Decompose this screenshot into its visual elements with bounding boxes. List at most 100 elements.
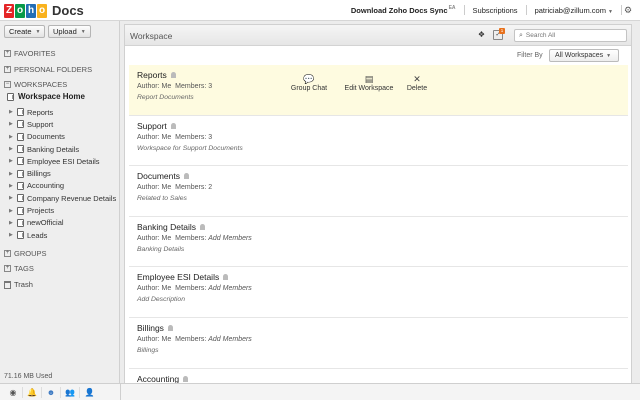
sidebar-item-workspace-home[interactable]: Workspace Home: [7, 92, 85, 101]
sidebar-item-support[interactable]: ▶ Support: [9, 118, 116, 130]
workspace-description: Report Documents: [137, 94, 194, 101]
sidebar-item-banking-details[interactable]: ▶ Banking Details: [9, 143, 116, 155]
sidebar-section-groups[interactable]: + GROUPS: [4, 249, 47, 258]
edit-icon: ▤: [364, 74, 374, 84]
expand-arrow-icon[interactable]: ▶: [9, 158, 14, 164]
expand-arrow-icon[interactable]: ▶: [9, 134, 14, 140]
workspace-row[interactable]: Billings Author: Me Members: Add Members…: [129, 318, 628, 369]
dropbox-icon[interactable]: ❖: [475, 29, 488, 41]
expand-arrow-icon[interactable]: ▶: [9, 109, 14, 115]
close-icon: ✕: [413, 74, 421, 84]
sidebar-item-employee-esi-details[interactable]: ▶ Employee ESI Details: [9, 155, 116, 167]
expand-arrow-icon[interactable]: ▶: [9, 171, 14, 177]
add-members-link[interactable]: Add Members: [208, 336, 252, 343]
filter-select[interactable]: All Workspaces ▼: [549, 49, 619, 62]
filter-row: Filter By All Workspaces ▼: [125, 46, 631, 64]
sidebar-section-favorites[interactable]: + FAVORITES: [4, 49, 56, 58]
chat-icon[interactable]: ☻: [42, 387, 61, 398]
page-title: Workspace: [130, 31, 173, 41]
workspace-name[interactable]: Employee ESI Details: [137, 272, 219, 282]
expand-arrow-icon[interactable]: ▶: [9, 195, 14, 201]
workspace-icon: [17, 169, 24, 178]
expand-arrow-icon[interactable]: ▶: [9, 183, 14, 189]
workspace-name[interactable]: Support: [137, 121, 167, 131]
sidebar-item-trash[interactable]: Trash: [4, 280, 33, 289]
workspace-row[interactable]: Support Author: Me Members: 3 Workspace …: [129, 116, 628, 167]
expand-icon[interactable]: +: [4, 66, 11, 73]
workspace-name[interactable]: Banking Details: [137, 222, 196, 232]
expand-arrow-icon[interactable]: ▶: [9, 146, 14, 152]
expand-icon[interactable]: +: [4, 265, 11, 272]
workspace-row[interactable]: Accounting: [129, 369, 628, 383]
user-icon: [167, 324, 173, 331]
sidebar-item-projects[interactable]: ▶ Projects: [9, 204, 116, 216]
chevron-down-icon: ▼: [35, 28, 41, 35]
bell-icon[interactable]: 🔔: [23, 387, 42, 398]
workspace-meta: Author: Me Members: Add Members: [137, 335, 252, 343]
edit-workspace-button[interactable]: ▤ Edit Workspace: [339, 73, 399, 92]
sidebar-item-newofficial[interactable]: ▶ newOfficial: [9, 217, 116, 229]
expand-arrow-icon[interactable]: ▶: [9, 208, 14, 214]
workspace-icon: [17, 108, 24, 117]
divider: [621, 5, 622, 15]
workspace-icon: [17, 157, 24, 166]
workspace-row[interactable]: Employee ESI Details Author: Me Members:…: [129, 267, 628, 318]
workspace-icon: [17, 120, 24, 129]
workspace-name[interactable]: Reports: [137, 70, 167, 80]
workspace-meta: Author: Me Members: Add Members: [137, 285, 252, 293]
create-button[interactable]: Create ▼: [4, 25, 46, 38]
workspace-meta: Author: Me Members: Add Members: [137, 234, 252, 242]
download-sync-link[interactable]: Download Zoho Docs SyncEA: [343, 5, 464, 15]
upload-button[interactable]: Upload ▼: [48, 25, 91, 38]
user-icon: [170, 72, 176, 78]
sidebar-item-accounting[interactable]: ▶ Accounting: [9, 180, 116, 192]
logo-letter-o2: o: [37, 3, 47, 18]
workspace-name[interactable]: Billings: [137, 323, 164, 333]
gear-icon[interactable]: ⚙: [624, 5, 634, 15]
eye-icon[interactable]: ◉: [4, 387, 23, 398]
workspace-name[interactable]: Documents: [137, 171, 180, 181]
user-icon[interactable]: 👤: [80, 387, 99, 398]
workspace-description: Banking Details: [137, 245, 185, 253]
group-icon[interactable]: 👥: [61, 387, 80, 398]
expand-arrow-icon[interactable]: ▶: [9, 121, 14, 127]
group-chat-button[interactable]: 💬 Group Chat: [279, 73, 339, 92]
notification-icon[interactable]: ✓ 1: [493, 28, 505, 40]
workspace-row[interactable]: Documents Author: Me Members: 2 Related …: [129, 166, 628, 217]
logo-letter-h: h: [26, 3, 36, 18]
chevron-down-icon: ▼: [80, 28, 86, 35]
chat-icon: 💬: [303, 74, 315, 84]
workspace-icon: [17, 132, 24, 141]
workspace-row[interactable]: Banking Details Author: Me Members: Add …: [129, 217, 628, 268]
workspace-home-icon: [7, 92, 14, 101]
row-actions: 💬 Group Chat ▤ Edit Workspace ✕ Delete: [279, 73, 435, 92]
logo-docs-text: Docs: [52, 3, 84, 18]
sidebar-item-reports[interactable]: ▶ Reports: [9, 106, 116, 118]
add-members-link[interactable]: Add Members: [208, 235, 252, 242]
subscriptions-link[interactable]: Subscriptions: [465, 6, 526, 15]
sidebar-section-workspaces[interactable]: − WORKSPACES: [4, 80, 67, 89]
collapse-icon[interactable]: −: [4, 81, 11, 88]
sidebar-item-company-revenue-details[interactable]: ▶ Company Revenue Details: [9, 192, 116, 204]
workspace-meta: Author: Me Members: 3: [137, 133, 213, 141]
expand-icon[interactable]: +: [4, 250, 11, 257]
expand-icon[interactable]: +: [4, 50, 11, 57]
search-box[interactable]: ⌕: [514, 29, 627, 42]
sidebar-item-leads[interactable]: ▶ Leads: [9, 229, 116, 241]
expand-arrow-icon[interactable]: ▶: [9, 232, 14, 238]
sidebar-section-tags[interactable]: + TAGS: [4, 264, 34, 273]
search-input[interactable]: [525, 32, 616, 39]
workspace-row[interactable]: Reports Author: Me Members: 3 Report Doc…: [129, 65, 628, 116]
sidebar-item-billings[interactable]: ▶ Billings: [9, 167, 116, 179]
sidebar-section-personal-folders[interactable]: + PERSONAL FOLDERS: [4, 65, 92, 74]
filter-label: Filter By: [517, 52, 543, 59]
expand-arrow-icon[interactable]: ▶: [9, 220, 14, 226]
user-menu[interactable]: patriciab@zillum.com ▼: [527, 6, 621, 15]
zoho-docs-logo[interactable]: Z o h o Docs: [4, 3, 84, 18]
add-description-link[interactable]: Add Description: [137, 296, 620, 303]
user-icon: [183, 375, 189, 382]
workspace-name[interactable]: Accounting: [137, 374, 179, 383]
add-members-link[interactable]: Add Members: [208, 285, 252, 292]
delete-button[interactable]: ✕ Delete: [399, 73, 435, 92]
sidebar-item-documents[interactable]: ▶ Documents: [9, 131, 116, 143]
